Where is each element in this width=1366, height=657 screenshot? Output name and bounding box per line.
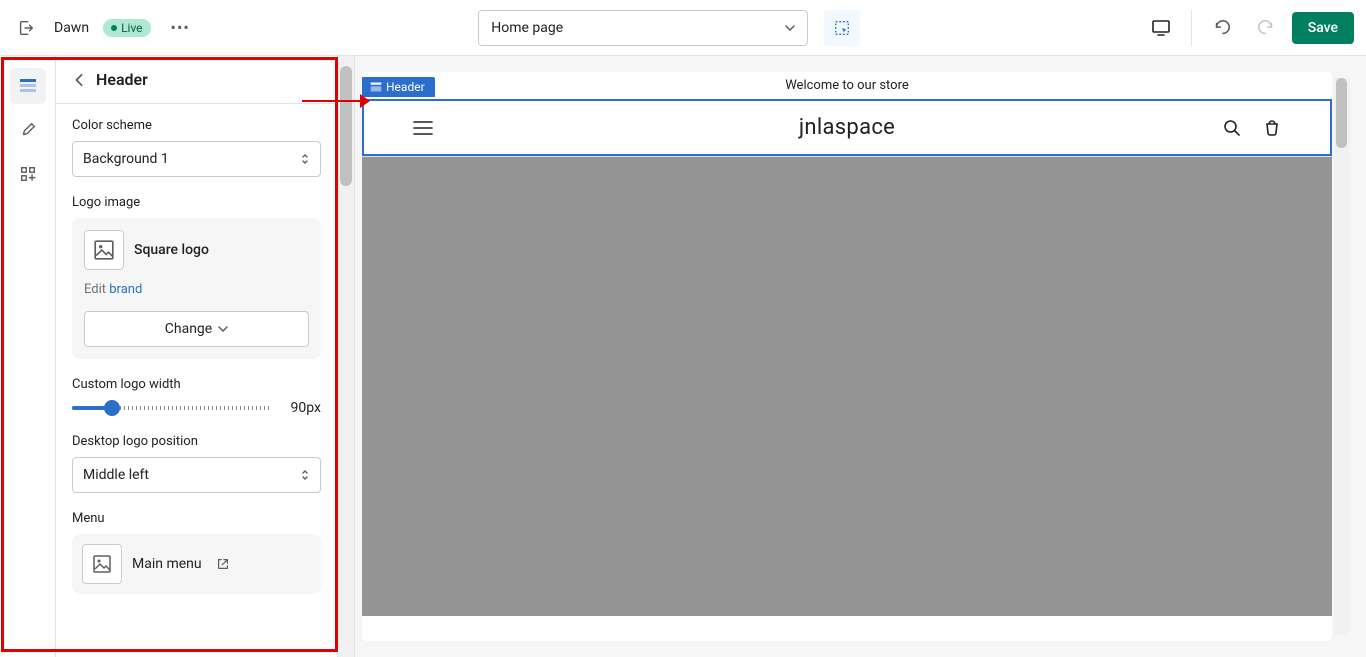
logo-image-card: Square logo Edit brand Change [72,218,321,359]
color-scheme-label: Color scheme [72,118,321,133]
caret-down-icon [785,25,795,31]
scrollbar-thumb[interactable] [1336,78,1347,148]
page-select-value: Home page [491,20,563,36]
menu-card: Main menu [72,534,321,594]
canvas-scrollbar[interactable] [1334,78,1350,635]
slider-thumb[interactable] [104,400,120,416]
custom-logo-width-label: Custom logo width [72,377,321,392]
viewport-desktop-button[interactable] [1143,10,1179,46]
exit-icon [17,19,35,37]
preview-area: Welcome to our store Header jnlaspace [338,56,1366,657]
inspector-toggle-button[interactable] [824,10,860,46]
select-caret-icon [300,468,310,482]
live-dot-icon [111,25,117,31]
page-select[interactable]: Home page [478,10,808,46]
slider-value: 90px [281,400,321,416]
logo-width-slider[interactable]: 90px [72,400,321,416]
topbar-right: Save [1143,10,1354,46]
image-icon [93,239,115,261]
section-label-tag[interactable]: Header [362,77,435,97]
theme-name: Dawn [54,20,89,36]
logo-thumbnail[interactable] [84,230,124,270]
panel-back-button[interactable] [72,73,86,87]
menu-label: Menu [72,511,321,526]
exit-editor-button[interactable] [12,14,40,42]
topbar-left: Dawn Live ••• [12,14,196,42]
panel-header: Header [56,56,337,104]
header-right [1182,118,1282,138]
menu-thumbnail [82,544,122,584]
scrollbar-thumb[interactable] [340,66,352,186]
external-link-icon [216,557,230,571]
desktop-icon [1151,19,1171,37]
menu-value: Main menu [132,556,202,572]
section-icon [370,81,382,93]
hero-image-section[interactable] [362,156,1332,616]
logo-name: Square logo [134,242,209,258]
hamburger-icon[interactable] [412,119,434,137]
menu-row[interactable]: Main menu [82,544,311,584]
edit-brand-text: Edit brand [84,282,309,297]
brand-link[interactable]: brand [109,282,142,297]
store-title: jnlaspace [512,115,1182,140]
color-scheme-select[interactable]: Background 1 [72,141,321,177]
panel-title: Header [96,70,148,89]
chevron-left-icon [72,73,86,87]
topbar: Dawn Live ••• Home page Save [0,0,1366,56]
rail-apps-button[interactable] [10,156,46,192]
logo-image-label: Logo image [72,195,321,210]
caret-down-icon [218,326,228,332]
section-label-text: Header [386,80,425,94]
preview-area-inner: Welcome to our store Header jnlaspace [362,72,1350,641]
color-scheme-value: Background 1 [83,151,169,167]
redo-button[interactable] [1248,10,1284,46]
preview-frame: Welcome to our store Header jnlaspace [362,72,1332,641]
paintbrush-icon [19,121,37,139]
search-icon[interactable] [1222,118,1242,138]
divider [1191,10,1192,46]
select-caret-icon [300,152,310,166]
image-icon [92,554,112,574]
annotation-arrow [302,94,370,108]
slider-track [72,406,271,410]
inspector-icon [833,19,851,37]
undo-button[interactable] [1204,10,1240,46]
topbar-center: Home page [208,10,1131,46]
settings-panel: Header Color scheme Background 1 Logo im… [56,56,338,657]
undo-icon [1213,19,1231,37]
change-logo-button[interactable]: Change [84,311,309,347]
announcement-bar: Welcome to our store [362,72,1332,99]
edit-brand-prefix: Edit [84,282,109,297]
desktop-logo-position-label: Desktop logo position [72,434,321,449]
store-header-section[interactable]: jnlaspace [362,99,1332,156]
left-rail [0,56,56,657]
redo-icon [1257,19,1275,37]
panel-body: Color scheme Background 1 Logo image Squ… [56,104,337,626]
save-button[interactable]: Save [1292,12,1354,44]
desktop-logo-position-value: Middle left [83,467,149,483]
live-badge-label: Live [121,21,142,35]
logo-row: Square logo [84,230,309,270]
main: Header Color scheme Background 1 Logo im… [0,56,1366,657]
apps-icon [19,165,37,183]
rail-sections-button[interactable] [10,68,46,104]
header-left [412,119,512,137]
change-button-label: Change [165,321,212,337]
desktop-logo-position-select[interactable]: Middle left [72,457,321,493]
sections-icon [18,76,38,96]
cart-icon[interactable] [1262,118,1282,138]
rail-theme-settings-button[interactable] [10,112,46,148]
more-actions-button[interactable]: ••• [165,14,196,41]
live-badge: Live [103,19,150,37]
panel-scrollbar[interactable] [338,56,355,657]
